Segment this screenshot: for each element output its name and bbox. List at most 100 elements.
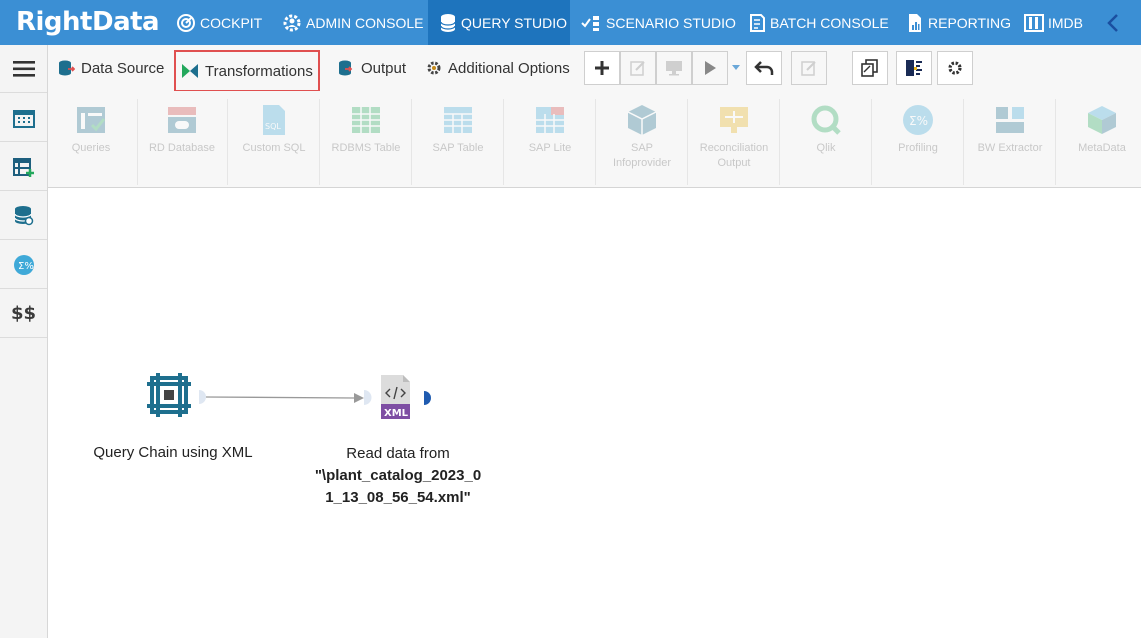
palette-item-rdbms-table[interactable]: RDBMS Table — [322, 103, 410, 183]
palette-item-metadata[interactable]: MetaData — [1058, 103, 1141, 183]
input-port[interactable] — [364, 390, 372, 405]
palette-item-sap-lite[interactable]: SAP Lite — [506, 103, 594, 183]
tab-label: Data Source — [81, 59, 165, 77]
database-icon — [440, 13, 456, 32]
database-search-icon — [13, 205, 33, 225]
table-add-icon — [12, 157, 34, 177]
edit-button[interactable] — [620, 51, 656, 85]
svg-text:Σ%: Σ% — [18, 261, 34, 272]
tab-data-source[interactable]: Data Source — [57, 53, 164, 83]
copy-button[interactable] — [852, 51, 888, 85]
palette-item-sap-infoprovider[interactable]: SAP Infoprovider — [598, 103, 686, 183]
palette-item-label: Qlik — [816, 142, 836, 154]
palette-item-label: Profiling — [898, 142, 938, 154]
custom-sql-icon: SQL — [263, 105, 285, 135]
sidebar-menu-toggle[interactable] — [0, 45, 47, 93]
qlik-icon — [811, 105, 841, 135]
palette-item-qlik[interactable]: Qlik — [782, 103, 870, 183]
tab-label: Additional Options — [448, 59, 570, 77]
palette-item-profiling[interactable]: Σ% Profiling — [874, 103, 962, 183]
sidebar-item-sigma[interactable]: Σ% — [0, 241, 47, 289]
sidebar-item-table-add[interactable] — [0, 143, 47, 191]
bw-extractor-icon — [996, 107, 1024, 133]
palette-item-sap-table[interactable]: SAP Table — [414, 103, 502, 183]
xml-file-node-icon[interactable]: XML — [381, 375, 410, 419]
tab-transformations[interactable]: Transformations — [174, 50, 320, 92]
logo-text-right: Right — [16, 7, 92, 37]
edit-note-button[interactable] — [791, 51, 827, 85]
sidebar-item-dollar[interactable]: $$ — [0, 290, 47, 338]
palette-item-label: RDBMS Table — [331, 142, 401, 154]
logo-text-data: Data — [91, 7, 160, 37]
edit-icon — [630, 61, 645, 76]
tab-label: Output — [361, 59, 407, 77]
design-canvas[interactable]: XML Query Chain using XML Read data from… — [48, 189, 1141, 638]
palette-item-rd-database[interactable]: RD Database — [138, 103, 226, 183]
palette-item-custom-sql[interactable]: SQL Custom SQL — [230, 103, 318, 183]
xml-node-label: Read data from "\plant_catalog_2023_0 1_… — [308, 443, 488, 509]
palette-item-label: SAP Table — [432, 142, 484, 154]
canvas-drawing-layer: XML — [147, 373, 431, 419]
rdbms-table-icon — [352, 107, 380, 133]
palette-item-bw-extractor[interactable]: BW Extractor — [966, 103, 1054, 183]
batch-icon — [750, 13, 765, 32]
add-button[interactable] — [584, 51, 620, 85]
layout-icon — [906, 60, 922, 76]
xml-badge: XML — [384, 408, 409, 419]
palette-separator — [871, 99, 872, 185]
cockpit-icon — [177, 13, 195, 32]
menu-icon — [12, 60, 35, 77]
collapse-nav-button[interactable] — [1102, 0, 1124, 45]
settings-button[interactable] — [937, 51, 973, 85]
nav-item-reporting[interactable]: REPORTING — [906, 0, 1011, 45]
palette-separator — [1055, 99, 1056, 185]
output-port[interactable] — [424, 391, 431, 405]
preview-button[interactable] — [656, 51, 692, 85]
palette-item-label: SAP Lite — [528, 142, 572, 154]
palette-item-label: MetaData — [1078, 142, 1126, 154]
undo-button[interactable] — [746, 51, 782, 85]
caret-down-icon — [732, 65, 740, 70]
tab-additional-options[interactable]: Additional Options — [426, 53, 570, 83]
palette-separator — [411, 99, 412, 185]
tab-output[interactable]: Output — [337, 53, 406, 83]
chevron-left-icon — [1107, 13, 1118, 32]
palette-item-reconciliation-output[interactable]: Reconciliation Output — [690, 103, 778, 183]
query-chain-node-label: Query Chain using XML — [93, 444, 253, 461]
output-port[interactable] — [199, 390, 206, 404]
source-palette: Queries RD Database SQL Custom SQL RDBMS… — [48, 91, 1141, 188]
data-source-icon — [59, 60, 75, 76]
nav-item-admin-console[interactable]: ADMIN CONSOLE — [282, 0, 423, 45]
rightdata-logo[interactable]: RightData — [16, 6, 160, 38]
run-button[interactable] — [692, 51, 728, 85]
nav-item-label: SCENARIO STUDIO — [606, 14, 736, 31]
palette-separator — [319, 99, 320, 185]
nav-item-label: ADMIN CONSOLE — [306, 14, 424, 31]
run-options-dropdown[interactable] — [728, 51, 744, 85]
xml-node-label-line3: 1_13_08_56_54.xml" — [325, 489, 471, 506]
connector-arrow — [354, 393, 364, 403]
sigma-icon: Σ% — [13, 254, 34, 275]
plus-icon — [595, 61, 609, 75]
nav-item-scenario-studio[interactable]: SCENARIO STUDIO — [580, 0, 736, 45]
xml-node-label-line1: Read data from — [346, 445, 450, 462]
palette-separator — [503, 99, 504, 185]
layout-button[interactable] — [896, 51, 932, 85]
nav-item-query-studio[interactable]: QUERY STUDIO — [428, 0, 570, 45]
query-chain-node-icon[interactable] — [147, 373, 191, 417]
transformations-icon — [182, 64, 198, 78]
sidebar-item-database-search[interactable] — [0, 192, 47, 240]
gear-user-icon — [283, 14, 301, 31]
undo-icon — [754, 61, 774, 75]
nav-item-label: REPORTING — [928, 14, 1011, 31]
palette-item-label: BW Extractor — [977, 142, 1043, 154]
connector-edge[interactable] — [205, 396, 355, 399]
nav-item-batch-console[interactable]: BATCH CONSOLE — [748, 0, 889, 45]
palette-separator — [687, 99, 688, 185]
nav-item-cockpit[interactable]: COCKPIT — [176, 0, 262, 45]
sidebar-item-calendar[interactable] — [0, 94, 47, 142]
nav-item-imdb[interactable]: IMDB — [1024, 0, 1083, 45]
palette-item-queries[interactable]: Queries — [47, 103, 135, 183]
sap-table-icon — [444, 107, 472, 133]
sap-lite-icon — [536, 107, 564, 133]
